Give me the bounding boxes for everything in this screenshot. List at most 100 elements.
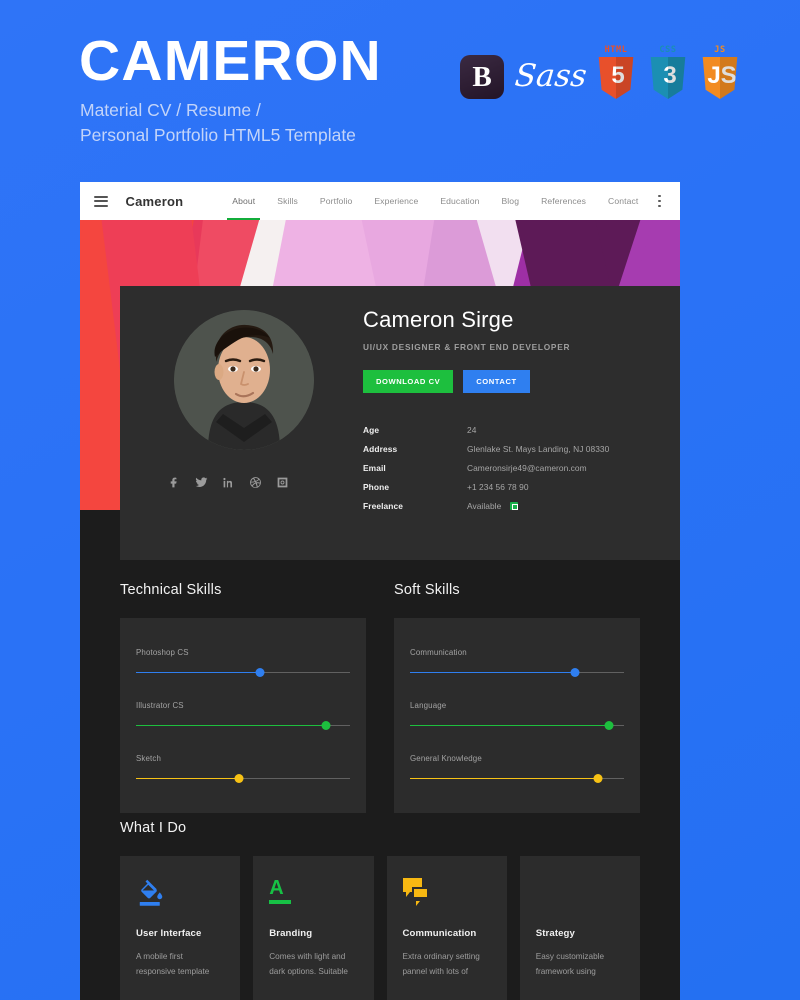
service-card-text: Comes with light and dark options. Suita…: [269, 952, 348, 976]
skill-slider[interactable]: [410, 667, 624, 677]
slider-knob[interactable]: [604, 720, 614, 730]
slider-knob[interactable]: [255, 667, 265, 677]
promo-header: CAMERON Material CV / Resume / Personal …: [0, 0, 800, 182]
service-card-text: Easy customizable framework using: [535, 952, 605, 976]
sass-wordmark: Sass: [513, 57, 589, 94]
info-value: 24: [467, 425, 477, 436]
info-row-freelance: Freelance Available: [363, 497, 664, 516]
nav-links: About Skills Portfolio Experience Educat…: [221, 182, 649, 220]
service-card-title: Strategy: [535, 928, 575, 939]
overflow-menu-icon[interactable]: [653, 194, 666, 208]
html5-icon: HTML 5: [598, 45, 634, 99]
download-cv-button[interactable]: DOWNLOAD CV: [363, 370, 454, 394]
technical-skills-column: Technical Skills Photoshop CS Illustrato…: [120, 582, 366, 813]
soft-skills-column: Soft Skills Communication Language Gener…: [394, 582, 640, 813]
info-value[interactable]: Cameronsirje49@cameron.com: [467, 459, 587, 478]
social-links: [168, 476, 289, 489]
info-row-email: Email Cameronsirje49@cameron.com: [363, 459, 664, 478]
slider-knob[interactable]: [570, 667, 580, 677]
brand-logo[interactable]: Cameron: [126, 194, 184, 209]
avatar: [174, 310, 314, 450]
info-row-phone: Phone +1 234 56 78 90: [363, 478, 664, 497]
page-title: CAMERON: [79, 29, 382, 93]
blur-dots-icon: [536, 878, 624, 912]
info-row-age: Age 24: [363, 421, 664, 440]
skill-slider[interactable]: [410, 720, 624, 730]
profile-card: Cameron Sirge UI/UX DESIGNER & FRONT END…: [120, 286, 680, 560]
twitter-icon[interactable]: [195, 476, 208, 489]
nav-item-about[interactable]: About: [221, 182, 266, 220]
skill-general-knowledge: General Knowledge: [410, 754, 624, 783]
available-check-icon: [509, 502, 518, 511]
service-card-user-interface[interactable]: User Interface A mobile first responsive…: [120, 856, 241, 1000]
linkedin-icon[interactable]: [222, 476, 235, 489]
nav-item-blog[interactable]: Blog: [490, 182, 530, 220]
service-card-title: User Interface: [136, 928, 202, 939]
info-key: Age: [363, 425, 380, 436]
service-card-branding[interactable]: A Branding Comes with light and dark opt…: [253, 856, 374, 1000]
service-card-text: A mobile first responsive template: [136, 952, 210, 976]
skill-label: Illustrator CS: [136, 701, 184, 710]
letter-a-glyph: A: [269, 877, 284, 899]
promo-subtitle-line1: Material CV / Resume /: [80, 100, 261, 120]
what-i-do-title: What I Do: [120, 820, 187, 836]
profile-info-table: Age 24 Address Glenlake St. Mays Landing…: [363, 421, 664, 516]
info-row-address: Address Glenlake St. Mays Landing, NJ 08…: [363, 440, 664, 459]
promo-subtitle-line2: Personal Portfolio HTML5 Template: [80, 125, 356, 145]
skill-label: Communication: [410, 648, 467, 657]
chat-bubbles-icon: [402, 878, 491, 912]
skill-slider[interactable]: [410, 773, 624, 783]
skill-slider[interactable]: [136, 720, 350, 730]
skill-label: Language: [410, 701, 447, 710]
html5-glyph: 5: [611, 61, 625, 89]
bootstrap-letter: B: [472, 60, 492, 93]
promo-subtitle: Material CV / Resume / Personal Portfoli…: [80, 98, 356, 148]
service-card-text: Extra ordinary setting pannel with lots …: [402, 952, 480, 976]
service-card-strategy[interactable]: Strategy Easy customizable framework usi…: [519, 856, 640, 1000]
nav-item-experience[interactable]: Experience: [363, 182, 429, 220]
skill-label: Sketch: [136, 754, 162, 763]
info-value: +1 234 56 78 90: [467, 482, 529, 493]
soft-skills-title: Soft Skills: [394, 582, 460, 598]
javascript-glyph: JS: [707, 61, 737, 89]
info-key: Address: [363, 444, 398, 455]
contact-button[interactable]: CONTACT: [463, 370, 530, 394]
slider-knob[interactable]: [234, 773, 244, 783]
dribbble-icon[interactable]: [249, 476, 262, 489]
service-card-title: Communication: [402, 928, 477, 939]
javascript-label: JS: [714, 45, 726, 55]
format-color-text-icon: A: [269, 878, 357, 912]
slider-knob[interactable]: [593, 773, 603, 783]
css3-glyph: 3: [663, 61, 677, 89]
hamburger-menu-icon[interactable]: [94, 193, 108, 209]
info-value: Glenlake St. Mays Landing, NJ 08330: [467, 444, 610, 455]
nav-item-portfolio[interactable]: Portfolio: [309, 182, 363, 220]
nav-item-skills[interactable]: Skills: [266, 182, 309, 220]
javascript-icon: JS JS: [702, 45, 738, 99]
nav-item-references[interactable]: References: [530, 182, 597, 220]
navbar: Cameron About Skills Portfolio Experienc…: [80, 182, 680, 220]
nav-item-contact[interactable]: Contact: [597, 182, 649, 220]
skill-illustrator: Illustrator CS: [136, 701, 350, 730]
profile-details: Cameron Sirge UI/UX DESIGNER & FRONT END…: [363, 307, 664, 516]
css3-label: CSS: [659, 45, 677, 55]
css3-icon: CSS 3: [650, 45, 686, 99]
info-key: Phone: [363, 482, 390, 493]
skill-slider[interactable]: [136, 667, 350, 677]
skills-section: Technical Skills Photoshop CS Illustrato…: [80, 582, 680, 813]
nav-item-education[interactable]: Education: [429, 182, 490, 220]
facebook-icon[interactable]: [168, 476, 181, 489]
skill-communication: Communication: [410, 648, 624, 677]
skill-slider[interactable]: [136, 773, 350, 783]
bootstrap-icon: B: [460, 55, 504, 99]
slider-knob[interactable]: [321, 720, 331, 730]
html5-label: HTML: [604, 45, 628, 55]
what-i-do-section: What I Do User Interface A mobile first …: [80, 820, 680, 1000]
service-card-title: Branding: [269, 928, 313, 939]
skill-sketch: Sketch: [136, 754, 350, 783]
service-card-communication[interactable]: Communication Extra ordinary setting pan…: [386, 856, 507, 1000]
template-preview: Cameron About Skills Portfolio Experienc…: [80, 182, 680, 1000]
info-key: Freelance: [363, 501, 404, 512]
underline-bar: [269, 900, 292, 904]
instagram-icon[interactable]: [276, 476, 289, 489]
